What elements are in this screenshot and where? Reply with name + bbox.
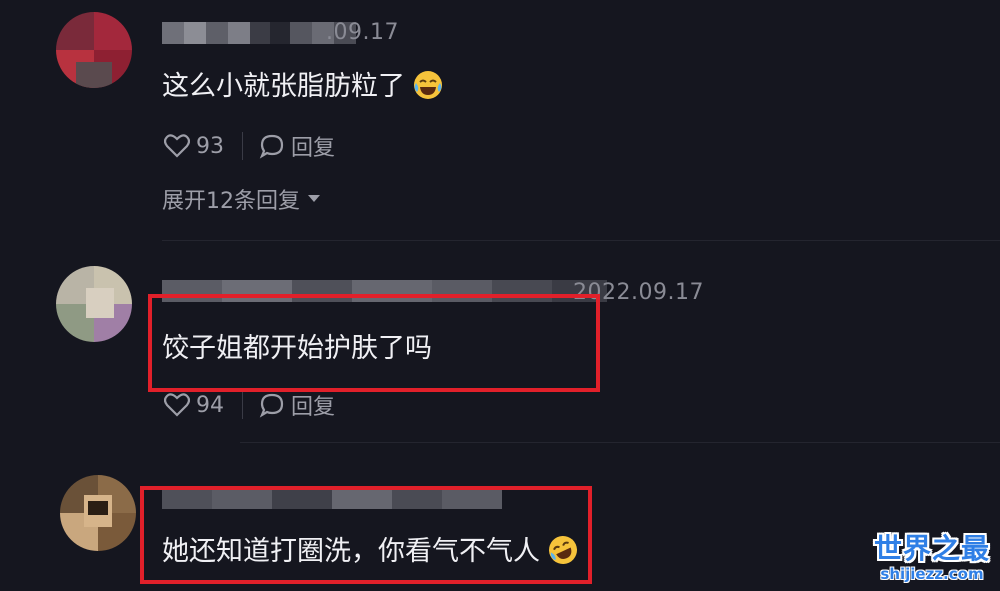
comment-feed: .09.17 这么小就张脂肪粒了 93 回复 展开12条回复 2022.09.1… [0, 0, 1000, 591]
crying-laughing-emoji-icon [414, 71, 442, 99]
speech-bubble-icon [259, 134, 284, 159]
comment-actions: 93 回复 [164, 130, 335, 162]
reply-button[interactable]: 回复 [259, 130, 335, 162]
reply-button[interactable]: 回复 [259, 389, 335, 421]
caret-down-icon [308, 195, 320, 202]
like-button[interactable]: 93 [164, 134, 224, 159]
like-button[interactable]: 94 [164, 393, 224, 418]
heart-icon [164, 134, 190, 158]
speech-bubble-icon [259, 393, 284, 418]
watermark-logo: 世界之最 shijiezz.com [870, 527, 994, 583]
like-count: 93 [196, 133, 224, 159]
watermark-title: 世界之最 [873, 532, 990, 565]
avatar[interactable] [60, 475, 136, 551]
watermark-url: shijiezz.com [880, 565, 984, 583]
heart-icon [164, 393, 190, 417]
reply-label: 回复 [291, 395, 336, 420]
expand-replies-button[interactable]: 展开12条回复 [162, 183, 320, 215]
comment-text: 这么小就张脂肪粒了 [162, 64, 443, 103]
highlight-box [140, 486, 592, 584]
highlight-box [148, 294, 600, 392]
reply-label: 回复 [291, 136, 336, 161]
avatar[interactable] [56, 266, 132, 342]
divider [240, 442, 1000, 443]
divider [242, 132, 243, 160]
avatar[interactable] [56, 12, 132, 88]
comment-actions: 94 回复 [164, 389, 335, 421]
expand-replies-label: 展开12条回复 [162, 189, 300, 214]
comment-text-content: 这么小就张脂肪粒了 [162, 71, 405, 102]
comment-item-1: .09.17 这么小就张脂肪粒了 93 回复 展开12条回复 [0, 0, 1000, 240]
divider [242, 391, 243, 419]
comment-date: .09.17 [326, 20, 399, 45]
like-count: 94 [196, 392, 224, 418]
